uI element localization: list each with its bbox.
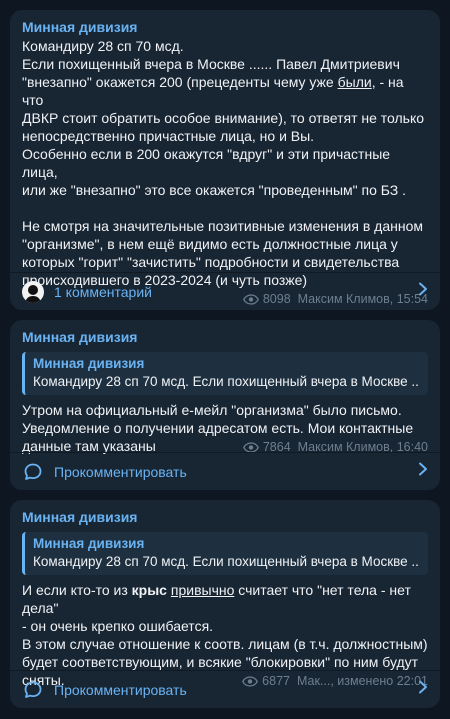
post-body: Минная дивизия Командиру 28 сп 70 мсд. Е… bbox=[10, 10, 440, 313]
text-line: И если кто-то из крыс привычно считает ч… bbox=[22, 582, 411, 616]
avatar bbox=[22, 280, 44, 303]
post-card-3: Минная дивизия Минная дивизия Командиру … bbox=[10, 500, 440, 708]
text-line: или же "внезапно" это все окажется "пров… bbox=[22, 182, 407, 198]
text-line: Не смотря на значительные позитивные изм… bbox=[22, 218, 423, 234]
text-line: которых "горит" "зачистить" подробности … bbox=[22, 254, 400, 270]
channel-name[interactable]: Минная дивизия bbox=[22, 18, 428, 36]
channel-name[interactable]: Минная дивизия bbox=[22, 508, 428, 526]
text-line: Особенно если в 200 окажутся "вдруг" и э… bbox=[22, 146, 391, 180]
bold-word: крыс bbox=[131, 582, 167, 598]
text-line: - он очень крепко ошибается. bbox=[22, 618, 214, 634]
comment-label: Прокомментировать bbox=[54, 681, 187, 698]
reply-text: Командиру 28 сп 70 мсд. Если похищенный … bbox=[33, 554, 420, 569]
reply-quote[interactable]: Минная дивизия Командиру 28 сп 70 мсд. Е… bbox=[22, 532, 428, 575]
text-line: В этом случае отношение к соотв. лицам (… bbox=[22, 636, 428, 652]
comment-button[interactable]: Прокомментировать bbox=[10, 453, 440, 490]
comment-bubble-icon bbox=[22, 461, 44, 483]
text-line: Если похищенный вчера в Москве ...... Па… bbox=[22, 56, 400, 72]
comments-button[interactable]: 1 комментарий bbox=[10, 273, 440, 310]
text-line: Утром на официальный е-мейл "организма" … bbox=[22, 402, 402, 418]
text-line: Командиру 28 сп 70 мсд. bbox=[22, 38, 184, 54]
comment-label: Прокомментировать bbox=[54, 463, 187, 480]
underlined-word: были bbox=[337, 74, 372, 90]
text-line: непосредственно причастные лица, но и Вы… bbox=[22, 128, 315, 144]
channel-name[interactable]: Минная дивизия bbox=[22, 328, 428, 346]
chevron-right-icon bbox=[418, 282, 428, 301]
post-body: Минная дивизия Минная дивизия Командиру … bbox=[10, 500, 440, 695]
reply-title: Минная дивизия bbox=[33, 356, 145, 371]
post-card-1: Минная дивизия Командиру 28 сп 70 мсд. Е… bbox=[10, 10, 440, 310]
underlined-word: привычно bbox=[170, 582, 235, 598]
chevron-right-icon bbox=[418, 462, 428, 481]
comment-bubble-icon bbox=[22, 679, 44, 701]
reply-title: Минная дивизия bbox=[33, 536, 145, 551]
post-card-2: Минная дивизия Минная дивизия Командиру … bbox=[10, 320, 440, 490]
text-line: Уведомление о получении адресатом есть. … bbox=[22, 420, 414, 436]
post-text: Командиру 28 сп 70 мсд. Если похищенный … bbox=[22, 37, 428, 289]
comment-button[interactable]: Прокомментировать bbox=[10, 671, 440, 708]
text-line: "внезапно" окажется 200 (прецеденты чему… bbox=[22, 74, 404, 108]
text-line: "организме", в нем ещё видимо есть должн… bbox=[22, 236, 398, 252]
chevron-right-icon bbox=[418, 680, 428, 699]
reply-quote[interactable]: Минная дивизия Командиру 28 сп 70 мсд. Е… bbox=[22, 352, 428, 395]
comments-label: 1 комментарий bbox=[54, 283, 152, 300]
text-line: будет соответствующим, и всякие "блокиро… bbox=[22, 654, 419, 670]
post-body: Минная дивизия Минная дивизия Командиру … bbox=[10, 320, 440, 461]
text-line: ДВКР стоит обратить особое внимание), то… bbox=[22, 110, 425, 126]
reply-text: Командиру 28 сп 70 мсд. Если похищенный … bbox=[33, 374, 420, 389]
